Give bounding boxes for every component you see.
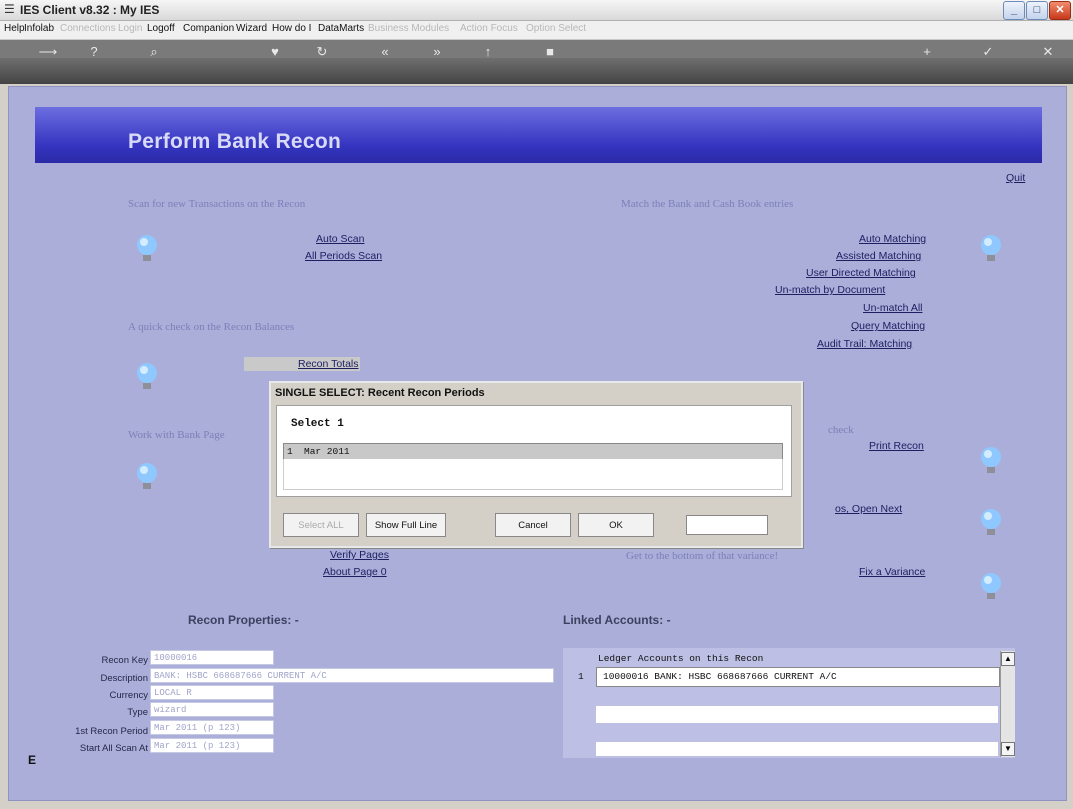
help-icon[interactable]: ?: [84, 42, 104, 62]
lightbulb-icon[interactable]: [979, 444, 1003, 478]
arrow-icon[interactable]: ⟶: [38, 42, 58, 62]
unmatch-all-link[interactable]: Un-match All: [863, 302, 923, 314]
lightbulb-icon[interactable]: [979, 570, 1003, 604]
scan-heading: Scan for new Transactions on the Recon: [128, 198, 306, 210]
menu-how-do-i[interactable]: How do I: [272, 23, 311, 34]
linked-column-header: Ledger Accounts on this Recon: [598, 653, 764, 664]
maximize-button[interactable]: □: [1026, 1, 1048, 20]
rewind-icon[interactable]: «: [375, 42, 395, 62]
show-full-line-button[interactable]: Show Full Line: [366, 513, 446, 537]
menu-action-focus[interactable]: Action Focus: [460, 23, 518, 34]
start-scan-field[interactable]: Mar 2011 (p 123): [150, 738, 274, 753]
plus-icon[interactable]: +: [917, 42, 937, 62]
description-label: Description: [100, 673, 148, 684]
print-heading: check: [828, 424, 854, 436]
up-icon[interactable]: ↑: [478, 42, 498, 62]
check-heading: A quick check on the Recon Balances: [128, 321, 295, 333]
menu-wizard[interactable]: Wizard: [236, 23, 267, 34]
menu-login[interactable]: Login: [118, 23, 142, 34]
match-heading: Match the Bank and Cash Book entries: [621, 198, 794, 210]
print-recon-link[interactable]: Print Recon: [869, 440, 924, 452]
audit-trail-matching-link[interactable]: Audit Trail: Matching: [817, 338, 912, 350]
table-row[interactable]: [596, 706, 998, 723]
list-area[interactable]: [283, 459, 783, 490]
variance-heading: Get to the bottom of that variance!: [626, 550, 779, 562]
query-matching-link[interactable]: Query Matching: [851, 320, 925, 332]
type-label: Type: [127, 707, 148, 718]
lightbulb-icon[interactable]: [135, 360, 159, 394]
table-row[interactable]: [596, 742, 998, 756]
close-open-next-link[interactable]: os, Open Next: [835, 503, 902, 515]
stop-icon[interactable]: ■: [540, 42, 560, 62]
all-periods-scan-link[interactable]: All Periods Scan: [305, 250, 382, 262]
properties-heading: Recon Properties: -: [188, 613, 299, 627]
row-number: 1: [578, 671, 584, 682]
recon-key-field[interactable]: 10000016: [150, 650, 274, 665]
recon-totals-link[interactable]: Recon Totals: [298, 358, 359, 370]
page-title: Perform Bank Recon: [128, 130, 342, 153]
heart-icon[interactable]: ♥: [265, 42, 285, 62]
verify-pages-link[interactable]: Verify Pages: [330, 549, 389, 561]
lightbulb-icon[interactable]: [979, 232, 1003, 266]
description-field[interactable]: BANK: HSBC 668687666 CURRENT A/C: [150, 668, 554, 683]
side-marker: E: [28, 753, 37, 767]
list-item-text: Mar 2011: [304, 446, 350, 457]
menu-logoff[interactable]: Logoff: [147, 23, 175, 34]
menu-companion[interactable]: Companion: [183, 23, 234, 34]
menu-option-select[interactable]: Option Select: [526, 23, 586, 34]
menu-connections[interactable]: Connections: [60, 23, 116, 34]
ok-button[interactable]: OK: [578, 513, 654, 537]
forward-icon[interactable]: »: [427, 42, 447, 62]
fix-variance-link[interactable]: Fix a Variance: [859, 566, 925, 578]
select-all-button[interactable]: Select ALL: [283, 513, 359, 537]
list-item[interactable]: [283, 443, 783, 460]
cancel-button[interactable]: Cancel: [495, 513, 571, 537]
list-item-number: 1: [287, 446, 293, 457]
scroll-down-icon[interactable]: ▼: [1001, 742, 1015, 756]
type-field[interactable]: wizard: [150, 702, 274, 717]
lightbulb-icon[interactable]: [135, 232, 159, 266]
user-directed-matching-link[interactable]: User Directed Matching: [806, 267, 916, 279]
lightbulb-icon[interactable]: [135, 460, 159, 494]
auto-matching-link[interactable]: Auto Matching: [859, 233, 926, 245]
scroll-up-icon[interactable]: ▲: [1001, 652, 1015, 666]
assisted-matching-link[interactable]: Assisted Matching: [836, 250, 921, 262]
dialog-input[interactable]: [686, 515, 768, 535]
recon-key-label: Recon Key: [101, 655, 148, 666]
dialog-prompt: Select 1: [291, 418, 344, 430]
dialog-title: SINGLE SELECT: Recent Recon Periods: [275, 387, 485, 399]
refresh-icon[interactable]: ↻: [312, 42, 332, 62]
title-bar: [0, 0, 1073, 21]
start-scan-label: Start All Scan At: [79, 743, 148, 754]
first-period-field[interactable]: Mar 2011 (p 123): [150, 720, 274, 735]
auto-scan-link[interactable]: Auto Scan: [316, 233, 364, 245]
first-period-label: 1st Recon Period: [75, 726, 148, 737]
close-button[interactable]: ✕: [1049, 1, 1071, 20]
app-icon: ☰: [4, 2, 15, 16]
menu-business-modules[interactable]: Business Modules: [368, 23, 449, 34]
currency-label: Currency: [109, 690, 148, 701]
cancel-icon[interactable]: ✕: [1038, 42, 1058, 62]
linked-heading: Linked Accounts: -: [563, 613, 671, 627]
menu-infolab[interactable]: Infolab: [24, 23, 54, 34]
minimize-button[interactable]: _: [1003, 1, 1025, 20]
window-title: IES Client v8.32 : My IES: [20, 3, 160, 17]
menu-help[interactable]: Help: [4, 23, 25, 34]
lightbulb-icon[interactable]: [979, 506, 1003, 540]
quit-link[interactable]: Quit: [1006, 172, 1025, 184]
pages-heading: Work with Bank Page: [128, 429, 225, 441]
check-icon[interactable]: ✓: [978, 42, 998, 62]
menu-bar: Help Infolab Connections Login Logoff Co…: [0, 21, 1073, 40]
row-text: 10000016 BANK: HSBC 668687666 CURRENT A/…: [603, 671, 837, 682]
currency-field[interactable]: LOCAL R: [150, 685, 274, 700]
menu-datamarts[interactable]: DataMarts: [318, 23, 364, 34]
search-icon[interactable]: ⌕: [144, 42, 164, 62]
unmatch-by-document-link[interactable]: Un-match by Document: [775, 284, 885, 296]
about-page-link[interactable]: About Page 0: [323, 566, 387, 578]
